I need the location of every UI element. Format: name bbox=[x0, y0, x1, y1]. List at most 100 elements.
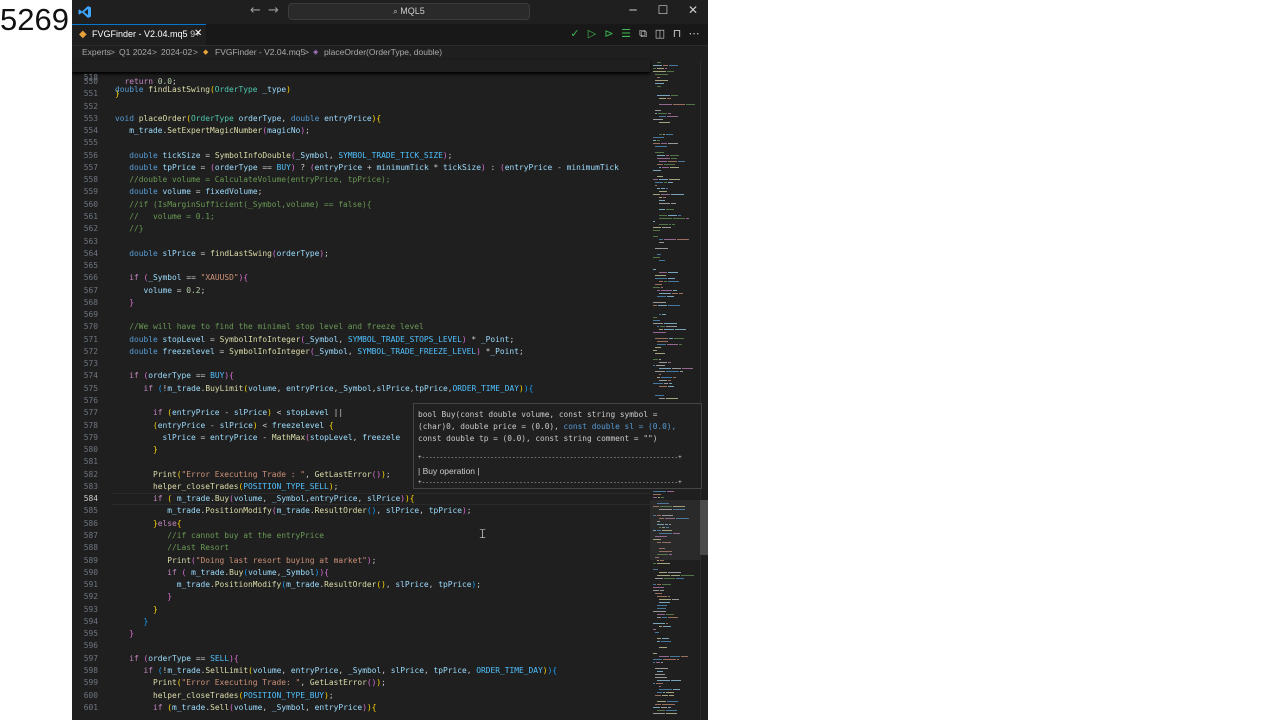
minimap-stroke bbox=[659, 329, 663, 330]
breadcrumb-2024-02[interactable]: 2024-02 bbox=[161, 47, 192, 57]
code-line[interactable]: 588 //Last Resort bbox=[72, 542, 650, 554]
code-token: _type bbox=[262, 85, 287, 94]
code-line[interactable]: 574 if (orderType == BUY){ bbox=[72, 370, 650, 382]
minimap-stroke bbox=[657, 188, 660, 189]
minimize-button[interactable]: ─ bbox=[621, 3, 645, 17]
code-line[interactable]: 557 double tpPrice = (orderType == BUY) … bbox=[72, 162, 650, 174]
close-tab-icon[interactable]: ✕ bbox=[194, 28, 202, 39]
code-line[interactable]: 572 double freezelevel = SymbolInfoInteg… bbox=[72, 346, 650, 358]
code-line[interactable]: 558 //double volume = CalculateVolume(en… bbox=[72, 174, 650, 186]
back-icon[interactable]: ← bbox=[250, 3, 261, 18]
code-line[interactable]: 584 if ( m_trade.Buy(volume, _Symbol,ent… bbox=[72, 493, 650, 505]
code-editor[interactable]: 550 return 0.0;551}552553void placeOrder… bbox=[72, 60, 650, 720]
code-line[interactable]: 567 volume = 0.2; bbox=[72, 285, 650, 297]
code-line[interactable]: 594 } bbox=[72, 616, 650, 628]
minimap-stroke bbox=[662, 638, 669, 639]
forward-icon[interactable]: → bbox=[268, 3, 279, 18]
command-center-search[interactable]: ⌕ MQL5 bbox=[288, 3, 530, 20]
minimap-stroke bbox=[668, 305, 680, 306]
code-line[interactable]: 562 //} bbox=[72, 223, 650, 235]
code-token: BuyLimit bbox=[205, 383, 244, 393]
code-line[interactable]: 585 m_trade.PositionModify(m_trade.Resul… bbox=[72, 505, 650, 517]
breadcrumb-experts[interactable]: Experts bbox=[82, 47, 111, 57]
minimap-stroke bbox=[664, 164, 675, 165]
code-line[interactable]: 601 if (m_trade.Sell(volume, _Symbol, en… bbox=[72, 702, 650, 714]
sticky-scroll-line[interactable]: 518 double findLastSwing(OrderType _type… bbox=[72, 60, 650, 94]
code-line[interactable]: 587 //if cannot buy at the entryPrice bbox=[72, 530, 650, 542]
line-number: 595 bbox=[83, 629, 98, 639]
minimap-stroke bbox=[653, 257, 660, 258]
split-editor-icon[interactable]: ◫ bbox=[653, 27, 667, 41]
code-line[interactable]: 552 bbox=[72, 101, 650, 113]
code-line[interactable]: 570 //We will have to find the minimal s… bbox=[72, 321, 650, 333]
debug-run-icon[interactable]: ⊳ bbox=[602, 27, 616, 41]
code-line[interactable]: 571 double stopLevel = SymbolInfoInteger… bbox=[72, 334, 650, 346]
code-line[interactable]: 593 } bbox=[72, 604, 650, 616]
code-line[interactable]: 569 bbox=[72, 309, 650, 321]
code-line[interactable]: 592 } bbox=[72, 591, 650, 603]
minimap[interactable] bbox=[650, 60, 700, 720]
maximize-button[interactable]: ☐ bbox=[651, 3, 675, 17]
code-line[interactable]: 563 bbox=[72, 236, 650, 248]
code-line[interactable]: 595 } bbox=[72, 628, 650, 640]
breadcrumb-file[interactable]: FVGFinder - V2.04.mq5 bbox=[215, 47, 305, 57]
code-line[interactable]: 590 if ( m_trade.Buy(volume,_Symbol)){ bbox=[72, 567, 650, 579]
code-token: "Doing last resort buying at market" bbox=[195, 555, 367, 565]
code-line[interactable]: 589 Print("Doing last resort buying at m… bbox=[72, 555, 650, 567]
code-line[interactable]: 591 m_trade.PositionModify(m_trade.Resul… bbox=[72, 579, 650, 591]
code-line[interactable]: 600 helper_closeTrades(POSITION_TYPE_BUY… bbox=[72, 690, 650, 702]
more-actions-icon[interactable]: ⋯ bbox=[687, 27, 701, 41]
code-line[interactable]: 559 double volume = fixedVolume; bbox=[72, 186, 650, 198]
minimap-stroke bbox=[665, 68, 667, 69]
line-number: 575 bbox=[83, 383, 98, 393]
list-icon[interactable]: ☰ bbox=[619, 27, 633, 41]
breadcrumb-symbol[interactable]: placeOrder(OrderType, double) bbox=[324, 47, 442, 57]
vertical-scrollbar[interactable] bbox=[700, 60, 708, 720]
run-icon[interactable]: ▷ bbox=[585, 27, 599, 41]
breadcrumb-q1-2024[interactable]: Q1 2024 bbox=[119, 47, 152, 57]
scrollbar-thumb[interactable] bbox=[700, 500, 708, 555]
tab-fvgfinder[interactable]: ◆ FVGFinder - V2.04.mq5 9+ ✕ bbox=[72, 24, 206, 45]
minimap-stroke bbox=[655, 110, 661, 111]
code-line[interactable]: 555 bbox=[72, 137, 650, 149]
close-window-button[interactable]: ✕ bbox=[681, 3, 705, 17]
line-code: (entryPrice - slPrice) < freezelevel { bbox=[115, 420, 334, 432]
code-line[interactable]: 597 if (orderType == SELL){ bbox=[72, 653, 650, 665]
code-token: } bbox=[153, 604, 158, 614]
lock-icon[interactable]: ⊓ bbox=[670, 27, 684, 41]
code-line[interactable]: 561 // volume = 0.1; bbox=[72, 211, 650, 223]
minimap-stroke bbox=[657, 701, 666, 702]
compare-icon[interactable]: ⧉ bbox=[636, 27, 650, 41]
code-line[interactable]: 596 bbox=[72, 640, 650, 652]
code-token: , bbox=[305, 469, 315, 479]
code-line[interactable]: 573 bbox=[72, 358, 650, 370]
minimap-stroke bbox=[668, 143, 678, 144]
code-line[interactable]: 565 bbox=[72, 260, 650, 272]
code-token: orderType bbox=[214, 162, 258, 172]
line-number: 579 bbox=[83, 432, 98, 442]
code-line[interactable]: 599 Print("Error Executing Trade: ", Get… bbox=[72, 677, 650, 689]
code-line[interactable]: 564 double slPrice = findLastSwing(order… bbox=[72, 248, 650, 260]
minimap-viewport[interactable] bbox=[650, 500, 700, 560]
code-line[interactable]: 568 } bbox=[72, 297, 650, 309]
code-token: double bbox=[115, 85, 149, 94]
code-token: m_trade bbox=[276, 506, 310, 516]
minimap-stroke bbox=[655, 668, 668, 669]
code-line[interactable]: 553 void placeOrder(OrderType orderType, … bbox=[72, 113, 650, 125]
line-number: 586 bbox=[83, 518, 98, 528]
minimap-stroke bbox=[674, 338, 684, 339]
check-icon[interactable]: ✓ bbox=[568, 27, 582, 41]
code-line[interactable]: 560 //if (IsMarginSufficient(_Symbol,vol… bbox=[72, 199, 650, 211]
code-line[interactable]: 566 if (_Symbol == "XAUUSD"){ bbox=[72, 272, 650, 284]
code-line[interactable]: 575 if (!m_trade.BuyLimit(volume, entryP… bbox=[72, 383, 650, 395]
code-token: } bbox=[129, 629, 135, 639]
code-line[interactable]: 598 if (!m_trade.SellLimit(volume, entry… bbox=[72, 665, 650, 677]
code-line[interactable]: 556 double tickSize = SymbolInfoDouble(_… bbox=[72, 150, 650, 162]
code-line[interactable]: 586 }else{ bbox=[72, 518, 650, 530]
code-line[interactable]: 554 m_trade.SetExpertMagicNumber(magicNo… bbox=[72, 125, 650, 137]
minimap-stroke bbox=[680, 371, 683, 372]
